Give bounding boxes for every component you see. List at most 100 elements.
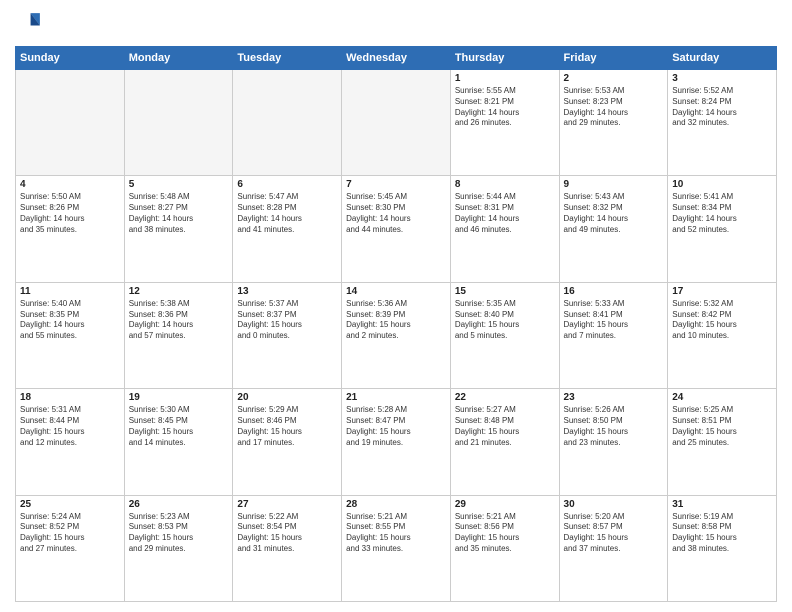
week-row-3: 18 Sunrise: 5:31 AM Sunset: 8:44 PM Dayli… bbox=[16, 389, 777, 495]
day-cell: 8 Sunrise: 5:44 AM Sunset: 8:31 PM Daylig… bbox=[450, 176, 559, 282]
day-info: Sunrise: 5:21 AM Sunset: 8:56 PM Dayligh… bbox=[455, 512, 555, 555]
day-cell: 5 Sunrise: 5:48 AM Sunset: 8:27 PM Daylig… bbox=[124, 176, 233, 282]
day-cell: 31 Sunrise: 5:19 AM Sunset: 8:58 PM Dayli… bbox=[668, 495, 777, 601]
day-cell: 2 Sunrise: 5:53 AM Sunset: 8:23 PM Daylig… bbox=[559, 70, 668, 176]
day-info: Sunrise: 5:33 AM Sunset: 8:41 PM Dayligh… bbox=[564, 299, 664, 342]
day-cell: 7Sunrise: 5:45 AM Sunset: 8:30 PM Daylig… bbox=[342, 176, 451, 282]
day-number: 23 bbox=[564, 392, 664, 403]
day-info: Sunrise: 5:48 AM Sunset: 8:27 PM Dayligh… bbox=[129, 192, 229, 235]
day-cell: 25Sunrise: 5:24 AM Sunset: 8:52 PM Dayli… bbox=[16, 495, 125, 601]
day-cell: 1Sunrise: 5:55 AM Sunset: 8:21 PM Daylig… bbox=[450, 70, 559, 176]
day-number: 9 bbox=[564, 179, 664, 190]
day-info: Sunrise: 5:27 AM Sunset: 8:48 PM Dayligh… bbox=[455, 405, 555, 448]
day-number: 19 bbox=[129, 392, 229, 403]
week-row-2: 11Sunrise: 5:40 AM Sunset: 8:35 PM Dayli… bbox=[16, 282, 777, 388]
day-info: Sunrise: 5:43 AM Sunset: 8:32 PM Dayligh… bbox=[564, 192, 664, 235]
day-number: 29 bbox=[455, 499, 555, 510]
day-info: Sunrise: 5:52 AM Sunset: 8:24 PM Dayligh… bbox=[672, 86, 772, 129]
day-info: Sunrise: 5:22 AM Sunset: 8:54 PM Dayligh… bbox=[237, 512, 337, 555]
day-info: Sunrise: 5:30 AM Sunset: 8:45 PM Dayligh… bbox=[129, 405, 229, 448]
day-number: 12 bbox=[129, 286, 229, 297]
day-number: 21 bbox=[346, 392, 446, 403]
day-info: Sunrise: 5:50 AM Sunset: 8:26 PM Dayligh… bbox=[20, 192, 120, 235]
weekday-header-row: SundayMondayTuesdayWednesdayThursdayFrid… bbox=[16, 47, 777, 70]
day-number: 10 bbox=[672, 179, 772, 190]
day-number: 26 bbox=[129, 499, 229, 510]
day-info: Sunrise: 5:21 AM Sunset: 8:55 PM Dayligh… bbox=[346, 512, 446, 555]
day-info: Sunrise: 5:36 AM Sunset: 8:39 PM Dayligh… bbox=[346, 299, 446, 342]
day-cell bbox=[233, 70, 342, 176]
day-number: 24 bbox=[672, 392, 772, 403]
day-number: 5 bbox=[129, 179, 229, 190]
day-cell: 29 Sunrise: 5:21 AM Sunset: 8:56 PM Dayli… bbox=[450, 495, 559, 601]
weekday-header-monday: Monday bbox=[124, 47, 233, 70]
day-number: 8 bbox=[455, 179, 555, 190]
weekday-header-saturday: Saturday bbox=[668, 47, 777, 70]
logo-icon bbox=[15, 10, 43, 38]
day-cell: 24 Sunrise: 5:25 AM Sunset: 8:51 PM Dayli… bbox=[668, 389, 777, 495]
day-info: Sunrise: 5:44 AM Sunset: 8:31 PM Dayligh… bbox=[455, 192, 555, 235]
day-cell: 16 Sunrise: 5:33 AM Sunset: 8:41 PM Dayli… bbox=[559, 282, 668, 388]
day-cell bbox=[16, 70, 125, 176]
day-number: 3 bbox=[672, 73, 772, 84]
day-number: 7 bbox=[346, 179, 446, 190]
day-info: Sunrise: 5:23 AM Sunset: 8:53 PM Dayligh… bbox=[129, 512, 229, 555]
day-info: Sunrise: 5:55 AM Sunset: 8:21 PM Dayligh… bbox=[455, 86, 555, 129]
week-row-0: 1Sunrise: 5:55 AM Sunset: 8:21 PM Daylig… bbox=[16, 70, 777, 176]
page: SundayMondayTuesdayWednesdayThursdayFrid… bbox=[0, 0, 792, 612]
logo bbox=[15, 10, 45, 38]
day-cell: 17Sunrise: 5:32 AM Sunset: 8:42 PM Dayli… bbox=[668, 282, 777, 388]
day-info: Sunrise: 5:25 AM Sunset: 8:51 PM Dayligh… bbox=[672, 405, 772, 448]
day-number: 2 bbox=[564, 73, 664, 84]
day-cell bbox=[342, 70, 451, 176]
day-cell: 21 Sunrise: 5:28 AM Sunset: 8:47 PM Dayli… bbox=[342, 389, 451, 495]
weekday-header-tuesday: Tuesday bbox=[233, 47, 342, 70]
day-cell: 27 Sunrise: 5:22 AM Sunset: 8:54 PM Dayli… bbox=[233, 495, 342, 601]
weekday-header-wednesday: Wednesday bbox=[342, 47, 451, 70]
day-info: Sunrise: 5:35 AM Sunset: 8:40 PM Dayligh… bbox=[455, 299, 555, 342]
day-info: Sunrise: 5:37 AM Sunset: 8:37 PM Dayligh… bbox=[237, 299, 337, 342]
day-info: Sunrise: 5:20 AM Sunset: 8:57 PM Dayligh… bbox=[564, 512, 664, 555]
day-cell: 12Sunrise: 5:38 AM Sunset: 8:36 PM Dayli… bbox=[124, 282, 233, 388]
day-cell: 28 Sunrise: 5:21 AM Sunset: 8:55 PM Dayli… bbox=[342, 495, 451, 601]
day-cell: 18 Sunrise: 5:31 AM Sunset: 8:44 PM Dayli… bbox=[16, 389, 125, 495]
day-cell: 11Sunrise: 5:40 AM Sunset: 8:35 PM Dayli… bbox=[16, 282, 125, 388]
day-number: 22 bbox=[455, 392, 555, 403]
day-cell: 14Sunrise: 5:36 AM Sunset: 8:39 PM Dayli… bbox=[342, 282, 451, 388]
day-cell: 30 Sunrise: 5:20 AM Sunset: 8:57 PM Dayli… bbox=[559, 495, 668, 601]
day-cell: 20Sunrise: 5:29 AM Sunset: 8:46 PM Dayli… bbox=[233, 389, 342, 495]
week-row-1: 4 Sunrise: 5:50 AM Sunset: 8:26 PM Daylig… bbox=[16, 176, 777, 282]
day-number: 16 bbox=[564, 286, 664, 297]
day-number: 28 bbox=[346, 499, 446, 510]
day-cell: 4 Sunrise: 5:50 AM Sunset: 8:26 PM Daylig… bbox=[16, 176, 125, 282]
day-number: 6 bbox=[237, 179, 337, 190]
day-info: Sunrise: 5:31 AM Sunset: 8:44 PM Dayligh… bbox=[20, 405, 120, 448]
week-row-4: 25Sunrise: 5:24 AM Sunset: 8:52 PM Dayli… bbox=[16, 495, 777, 601]
day-number: 31 bbox=[672, 499, 772, 510]
day-cell: 9 Sunrise: 5:43 AM Sunset: 8:32 PM Daylig… bbox=[559, 176, 668, 282]
day-info: Sunrise: 5:26 AM Sunset: 8:50 PM Dayligh… bbox=[564, 405, 664, 448]
day-cell: 26 Sunrise: 5:23 AM Sunset: 8:53 PM Dayli… bbox=[124, 495, 233, 601]
day-info: Sunrise: 5:40 AM Sunset: 8:35 PM Dayligh… bbox=[20, 299, 120, 342]
day-number: 15 bbox=[455, 286, 555, 297]
day-number: 27 bbox=[237, 499, 337, 510]
day-info: Sunrise: 5:29 AM Sunset: 8:46 PM Dayligh… bbox=[237, 405, 337, 448]
day-number: 4 bbox=[20, 179, 120, 190]
day-info: Sunrise: 5:47 AM Sunset: 8:28 PM Dayligh… bbox=[237, 192, 337, 235]
day-info: Sunrise: 5:41 AM Sunset: 8:34 PM Dayligh… bbox=[672, 192, 772, 235]
day-info: Sunrise: 5:28 AM Sunset: 8:47 PM Dayligh… bbox=[346, 405, 446, 448]
day-info: Sunrise: 5:53 AM Sunset: 8:23 PM Dayligh… bbox=[564, 86, 664, 129]
header bbox=[15, 10, 777, 38]
weekday-header-friday: Friday bbox=[559, 47, 668, 70]
day-info: Sunrise: 5:19 AM Sunset: 8:58 PM Dayligh… bbox=[672, 512, 772, 555]
day-cell: 15 Sunrise: 5:35 AM Sunset: 8:40 PM Dayli… bbox=[450, 282, 559, 388]
day-cell: 23 Sunrise: 5:26 AM Sunset: 8:50 PM Dayli… bbox=[559, 389, 668, 495]
day-cell: 10 Sunrise: 5:41 AM Sunset: 8:34 PM Dayli… bbox=[668, 176, 777, 282]
day-number: 30 bbox=[564, 499, 664, 510]
day-number: 18 bbox=[20, 392, 120, 403]
weekday-header-sunday: Sunday bbox=[16, 47, 125, 70]
day-number: 17 bbox=[672, 286, 772, 297]
day-number: 13 bbox=[237, 286, 337, 297]
calendar-table: SundayMondayTuesdayWednesdayThursdayFrid… bbox=[15, 46, 777, 602]
day-cell: 13 Sunrise: 5:37 AM Sunset: 8:37 PM Dayli… bbox=[233, 282, 342, 388]
